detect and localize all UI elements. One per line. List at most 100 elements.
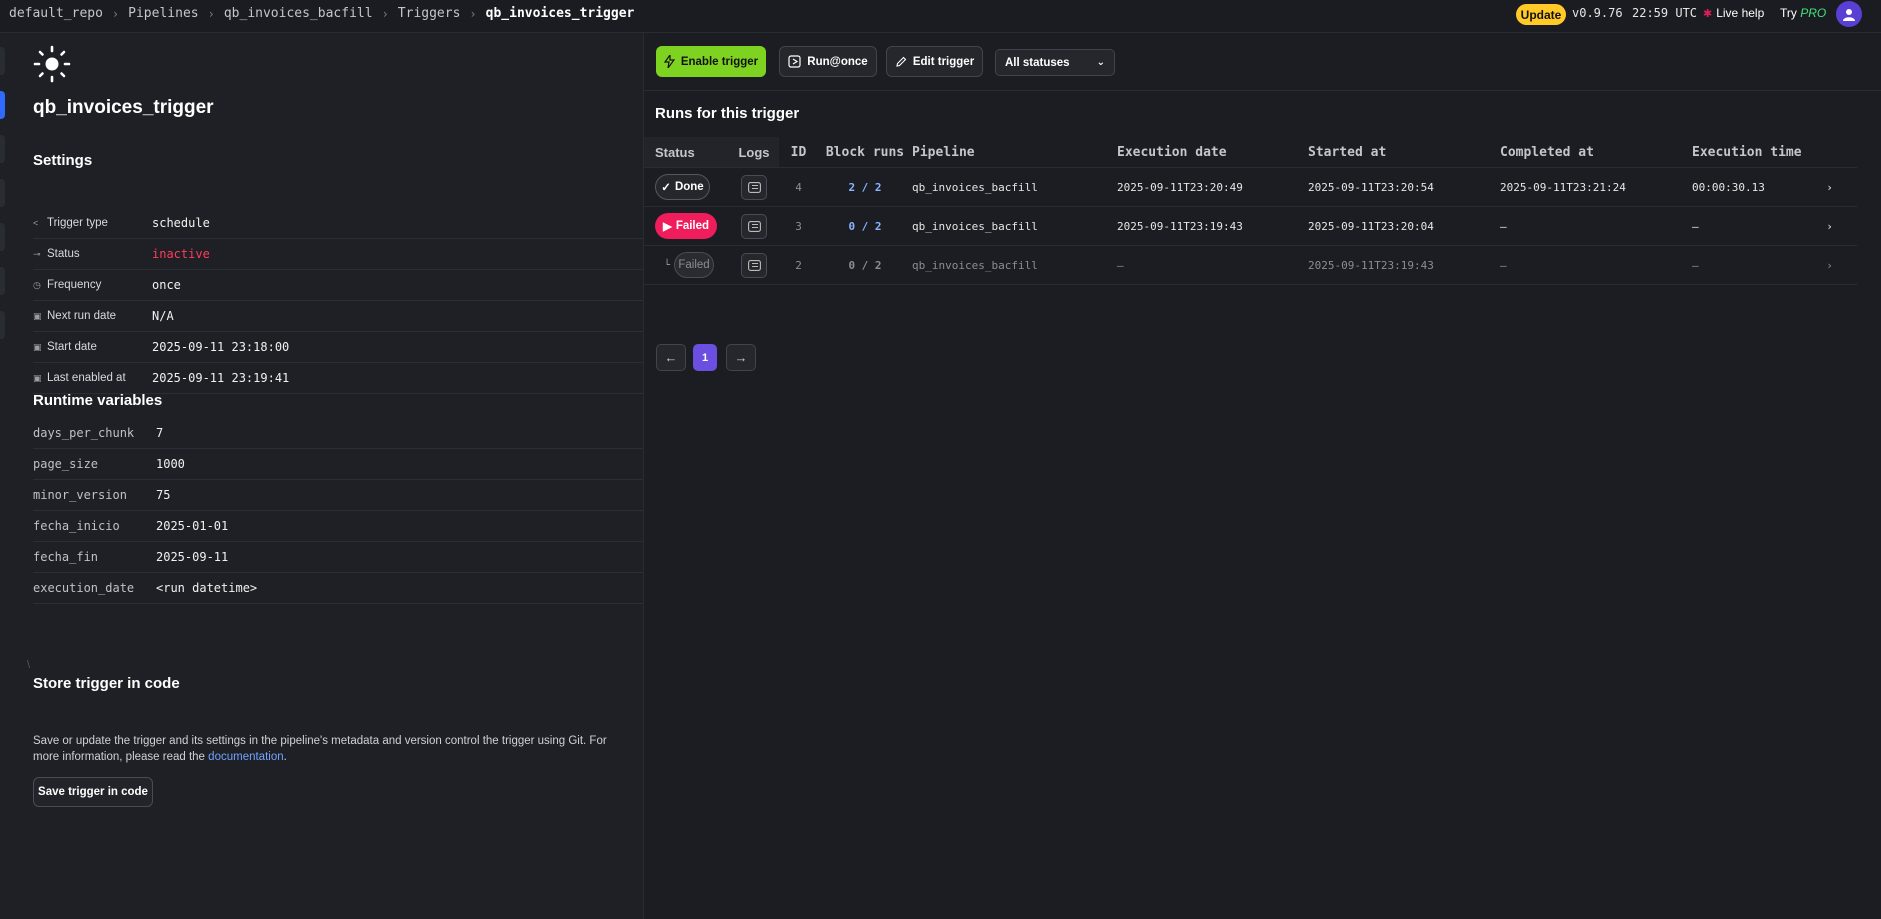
- live-help-link[interactable]: ✱ Live help: [1703, 6, 1764, 20]
- variable-row: fecha_fin 2025-09-11: [33, 542, 643, 573]
- column-header-started-at: Started at: [1308, 137, 1500, 168]
- calendar-icon: ▣: [33, 341, 42, 352]
- column-header-execution-time: Execution time: [1692, 137, 1802, 168]
- rail-item-active[interactable]: [0, 91, 5, 119]
- run-once-icon: [788, 55, 801, 68]
- block-runs-link[interactable]: 0 / 2: [848, 259, 881, 272]
- table-header-row: Status Logs ID Block runs Pipeline Execu…: [644, 137, 1857, 168]
- variable-value: <run datetime>: [156, 581, 258, 595]
- table-row-retry[interactable]: └ Failed 2 0 / 2 qb_invoices_bacfill – 20…: [644, 245, 1857, 285]
- edit-trigger-button[interactable]: Edit trigger: [886, 46, 983, 77]
- page-1-button[interactable]: 1: [693, 344, 717, 371]
- calendar-icon: ▣: [33, 310, 42, 321]
- trigger-title: qb_invoices_trigger: [33, 97, 214, 118]
- chevron-right-icon[interactable]: ›: [1802, 206, 1857, 246]
- block-runs-link[interactable]: 2 / 2: [848, 181, 881, 194]
- play-icon: ▶: [662, 221, 672, 233]
- variable-row: minor_version 75: [33, 480, 643, 511]
- variable-key: page_size: [33, 457, 99, 471]
- chevron-right-icon[interactable]: ›: [1802, 245, 1857, 285]
- rail-item[interactable]: [0, 179, 5, 207]
- store-trigger-heading: Store trigger in code: [33, 675, 180, 692]
- enable-trigger-label: Enable trigger: [680, 55, 759, 68]
- top-bar: default_repo › Pipelines › qb_invoices_b…: [0, 0, 1881, 33]
- status-failed-badge[interactable]: ▶ Failed: [655, 213, 717, 239]
- breadcrumb: default_repo › Pipelines › qb_invoices_b…: [9, 6, 634, 21]
- logs-icon: [747, 259, 761, 271]
- pipeline-name: qb_invoices_bacfill: [912, 167, 1117, 207]
- pencil-icon: [896, 56, 907, 67]
- execution-date: 2025-09-11T23:19:43: [1117, 206, 1308, 246]
- setting-key: Frequency: [47, 279, 102, 291]
- runs-panel: Enable trigger Run@once Edit trigger All…: [644, 33, 1881, 919]
- rail-item[interactable]: [0, 47, 5, 75]
- setting-key: Last enabled at: [47, 372, 126, 384]
- chevron-right-icon[interactable]: ›: [1802, 167, 1857, 207]
- documentation-link[interactable]: documentation: [208, 751, 283, 763]
- rail-item[interactable]: [0, 311, 5, 339]
- logs-button[interactable]: [741, 213, 767, 239]
- setting-key: Trigger type: [47, 217, 108, 229]
- status-label: Failed: [675, 220, 710, 232]
- table-row[interactable]: ✓ Done 4 2 / 2 qb_invoices_bacfill 2025-0…: [644, 167, 1857, 207]
- column-header-execution-date: Execution date: [1117, 137, 1308, 168]
- breadcrumb-pipeline[interactable]: qb_invoices_bacfill: [224, 6, 373, 21]
- setting-value: once: [152, 278, 181, 292]
- toggle-icon: ⊸: [33, 248, 41, 259]
- execution-time: 00:00:30.13: [1692, 167, 1802, 207]
- try-label: Try: [1780, 6, 1797, 20]
- settings-row: < Trigger type schedule: [33, 208, 643, 239]
- block-runs-link[interactable]: 0 / 2: [848, 220, 881, 233]
- save-trigger-in-code-button[interactable]: Save trigger in code: [33, 777, 153, 807]
- table-row[interactable]: ▶ Failed 3 0 / 2 qb_invoices_bacfill 2025…: [644, 206, 1857, 246]
- next-page-button[interactable]: →: [726, 344, 756, 371]
- variable-key: execution_date: [33, 581, 135, 595]
- execution-time: –: [1692, 245, 1802, 285]
- run-id: 2: [779, 245, 818, 285]
- settings-table: < Trigger type schedule ⊸ Status inactive …: [33, 208, 643, 394]
- variable-row: page_size 1000: [33, 449, 643, 480]
- variable-key: minor_version: [33, 488, 127, 502]
- previous-page-button[interactable]: ←: [656, 344, 686, 371]
- trigger-details-panel: qb_invoices_trigger Settings < Trigger ty…: [8, 33, 643, 919]
- setting-key: Status: [47, 248, 80, 260]
- runs-heading: Runs for this trigger: [655, 105, 800, 122]
- rail-item[interactable]: [0, 223, 5, 251]
- calendar-icon: ▣: [33, 372, 42, 383]
- started-at: 2025-09-11T23:20:04: [1308, 206, 1500, 246]
- run-once-button[interactable]: Run@once: [779, 46, 877, 77]
- status-filter-select[interactable]: All statuses ⌄: [995, 49, 1115, 76]
- column-header-completed-at: Completed at: [1500, 137, 1692, 168]
- logs-button[interactable]: [741, 252, 767, 278]
- started-at: 2025-09-11T23:19:43: [1308, 245, 1500, 285]
- live-help-label: Live help: [1716, 6, 1765, 20]
- rail-item[interactable]: [0, 267, 5, 295]
- logs-button[interactable]: [741, 174, 767, 200]
- try-pro-link[interactable]: Try PRO: [1780, 6, 1826, 20]
- lightning-icon: [663, 55, 675, 68]
- status-value: inactive: [152, 247, 210, 261]
- rail-item[interactable]: [0, 135, 5, 163]
- started-at: 2025-09-11T23:20:54: [1308, 167, 1500, 207]
- store-text-end: .: [283, 751, 287, 763]
- update-button[interactable]: Update: [1516, 4, 1566, 25]
- share-icon: <: [33, 218, 39, 228]
- status-done-badge[interactable]: ✓ Done: [655, 174, 710, 200]
- breadcrumb-triggers[interactable]: Triggers: [398, 6, 461, 21]
- variable-value: 2025-01-01: [156, 519, 229, 533]
- slack-icon: ✱: [1703, 7, 1713, 20]
- schedule-sun-icon: [33, 45, 71, 83]
- breadcrumb-repo[interactable]: default_repo: [9, 6, 103, 21]
- status-failed-badge[interactable]: Failed: [674, 252, 715, 278]
- logs-icon: [747, 220, 761, 232]
- settings-row: ⊸ Status inactive: [33, 239, 643, 270]
- setting-value: schedule: [152, 216, 210, 230]
- breadcrumb-pipelines[interactable]: Pipelines: [128, 6, 198, 21]
- pro-label: PRO: [1800, 6, 1827, 20]
- chevron-down-icon: ⌄: [1096, 57, 1105, 68]
- settings-row: ▣ Last enabled at 2025-09-11 23:19:41: [33, 363, 643, 394]
- avatar[interactable]: [1836, 1, 1862, 27]
- setting-value: N/A: [152, 309, 174, 323]
- settings-row: ▣ Start date 2025-09-11 23:18:00: [33, 332, 643, 363]
- enable-trigger-button[interactable]: Enable trigger: [656, 46, 766, 77]
